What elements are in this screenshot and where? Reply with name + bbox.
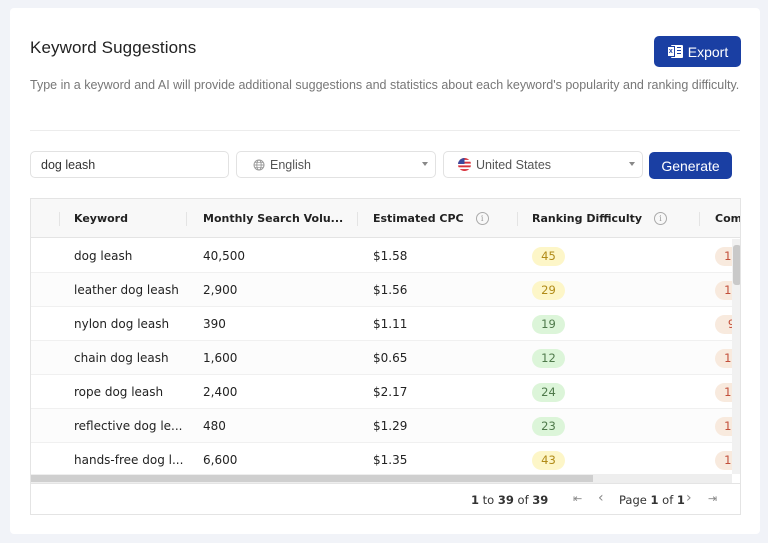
difficulty-cell: 23 — [532, 409, 565, 443]
difficulty-cell: 24 — [532, 375, 565, 409]
volume-cell: 6,600 — [203, 453, 238, 467]
column-header-difficulty[interactable]: Ranking Difficulty i — [532, 199, 668, 238]
difficulty-badge: 19 — [532, 314, 565, 334]
vertical-scrollbar-thumb[interactable] — [733, 245, 740, 285]
generate-button[interactable]: Generate — [649, 152, 732, 179]
page-of-word: of — [662, 493, 674, 507]
page-indicator: Page 1 of 1 — [619, 493, 685, 507]
column-header-cpc[interactable]: Estimated CPC i — [373, 199, 489, 238]
column-separator — [517, 212, 518, 226]
last-page-icon[interactable]: ⇥ — [708, 492, 717, 505]
table-row[interactable]: dog leash40,500$1.584510 — [31, 239, 740, 273]
pagination-bar: 1 to 39 of 39 ⇤ ‹ Page 1 of 1 › ⇥ — [31, 483, 740, 514]
page-description: Type in a keyword and AI will provide ad… — [30, 78, 740, 92]
keyword-cell: nylon dog leash — [74, 317, 170, 331]
difficulty-cell: 29 — [532, 273, 565, 307]
range-to-word: to — [482, 493, 495, 507]
range-from: 1 — [471, 493, 480, 507]
keyword-cell: rope dog leash — [74, 385, 164, 399]
column-separator — [59, 212, 60, 226]
cpc-cell: $1.29 — [373, 419, 408, 433]
globe-icon — [253, 159, 265, 171]
difficulty-badge: 23 — [532, 416, 565, 436]
country-select[interactable]: United States — [443, 151, 643, 178]
keyword-cell: chain dog leash — [74, 351, 169, 365]
column-separator — [699, 212, 700, 226]
volume-cell: 2,400 — [203, 385, 238, 399]
column-separator — [186, 212, 187, 226]
column-separator — [357, 212, 358, 226]
keyword-input[interactable] — [30, 151, 229, 178]
keyword-suggestions-card: Keyword Suggestions x Export Type in a k… — [10, 8, 760, 534]
column-header-difficulty-label: Ranking Difficulty — [532, 212, 643, 225]
volume-cell: 2,900 — [203, 283, 238, 297]
keyword-cell: dog leash — [74, 249, 133, 263]
table-row[interactable]: hands-free dog l...6,600$1.354310 — [31, 443, 740, 477]
info-icon[interactable]: i — [654, 212, 668, 225]
range-total: 39 — [532, 493, 549, 507]
cpc-cell: $1.58 — [373, 249, 408, 263]
prev-page-icon[interactable]: ‹ — [598, 490, 604, 506]
export-label: Export — [687, 43, 729, 60]
column-header-competition[interactable]: Comp — [715, 199, 740, 238]
keyword-cell: leather dog leash — [74, 283, 179, 297]
info-icon[interactable]: i — [475, 212, 489, 225]
difficulty-cell: 19 — [532, 307, 565, 341]
cpc-cell: $0.65 — [373, 351, 408, 365]
difficulty-badge: 29 — [532, 280, 565, 300]
horizontal-scrollbar-thumb[interactable] — [31, 475, 593, 482]
row-range: 1 to 39 of 39 — [471, 493, 548, 507]
keyword-cell: hands-free dog l... — [74, 453, 184, 467]
table-row[interactable]: rope dog leash2,400$2.172410 — [31, 375, 740, 409]
first-page-icon[interactable]: ⇤ — [573, 492, 582, 505]
divider — [30, 130, 740, 131]
cpc-cell: $1.11 — [373, 317, 408, 331]
difficulty-cell: 45 — [532, 239, 565, 273]
difficulty-badge: 24 — [532, 382, 565, 402]
volume-cell: 480 — [203, 419, 226, 433]
difficulty-badge: 12 — [532, 348, 565, 368]
difficulty-cell: 43 — [532, 443, 565, 477]
volume-cell: 1,600 — [203, 351, 238, 365]
difficulty-badge: 43 — [532, 450, 565, 470]
export-button[interactable]: x Export — [654, 36, 741, 67]
next-page-icon[interactable]: › — [686, 490, 692, 506]
language-select[interactable]: English — [236, 151, 436, 178]
us-flag-icon — [458, 158, 471, 171]
table-row[interactable]: nylon dog leash390$1.11199 — [31, 307, 740, 341]
table-row[interactable]: reflective dog le...480$1.292310 — [31, 409, 740, 443]
table-row[interactable]: leather dog leash2,900$1.562910 — [31, 273, 740, 307]
difficulty-badge: 45 — [532, 246, 565, 266]
column-header-keyword[interactable]: Keyword — [74, 199, 128, 238]
column-header-volume[interactable]: Monthly Search Volu... — [203, 199, 343, 238]
table-row[interactable]: chain dog leash1,600$0.651210 — [31, 341, 740, 375]
page-title: Keyword Suggestions — [30, 38, 197, 57]
cpc-cell: $1.35 — [373, 453, 408, 467]
volume-cell: 390 — [203, 317, 226, 331]
volume-cell: 40,500 — [203, 249, 245, 263]
keyword-cell: reflective dog le... — [74, 419, 183, 433]
keyword-table: Keyword Monthly Search Volu... Estimated… — [30, 198, 741, 515]
range-to: 39 — [497, 493, 514, 507]
page-total: 1 — [676, 493, 685, 507]
column-header-cpc-label: Estimated CPC — [373, 212, 464, 225]
excel-icon: x — [666, 44, 683, 59]
difficulty-cell: 12 — [532, 341, 565, 375]
current-page: 1 — [650, 493, 659, 507]
cpc-cell: $1.56 — [373, 283, 408, 297]
range-of-word: of — [517, 493, 529, 507]
country-value: United States — [476, 157, 552, 172]
language-value: English — [270, 157, 311, 172]
table-header: Keyword Monthly Search Volu... Estimated… — [31, 199, 740, 238]
chevron-down-icon — [422, 162, 428, 166]
cpc-cell: $2.17 — [373, 385, 408, 399]
page-word: Page — [619, 493, 647, 507]
chevron-down-icon — [629, 162, 635, 166]
